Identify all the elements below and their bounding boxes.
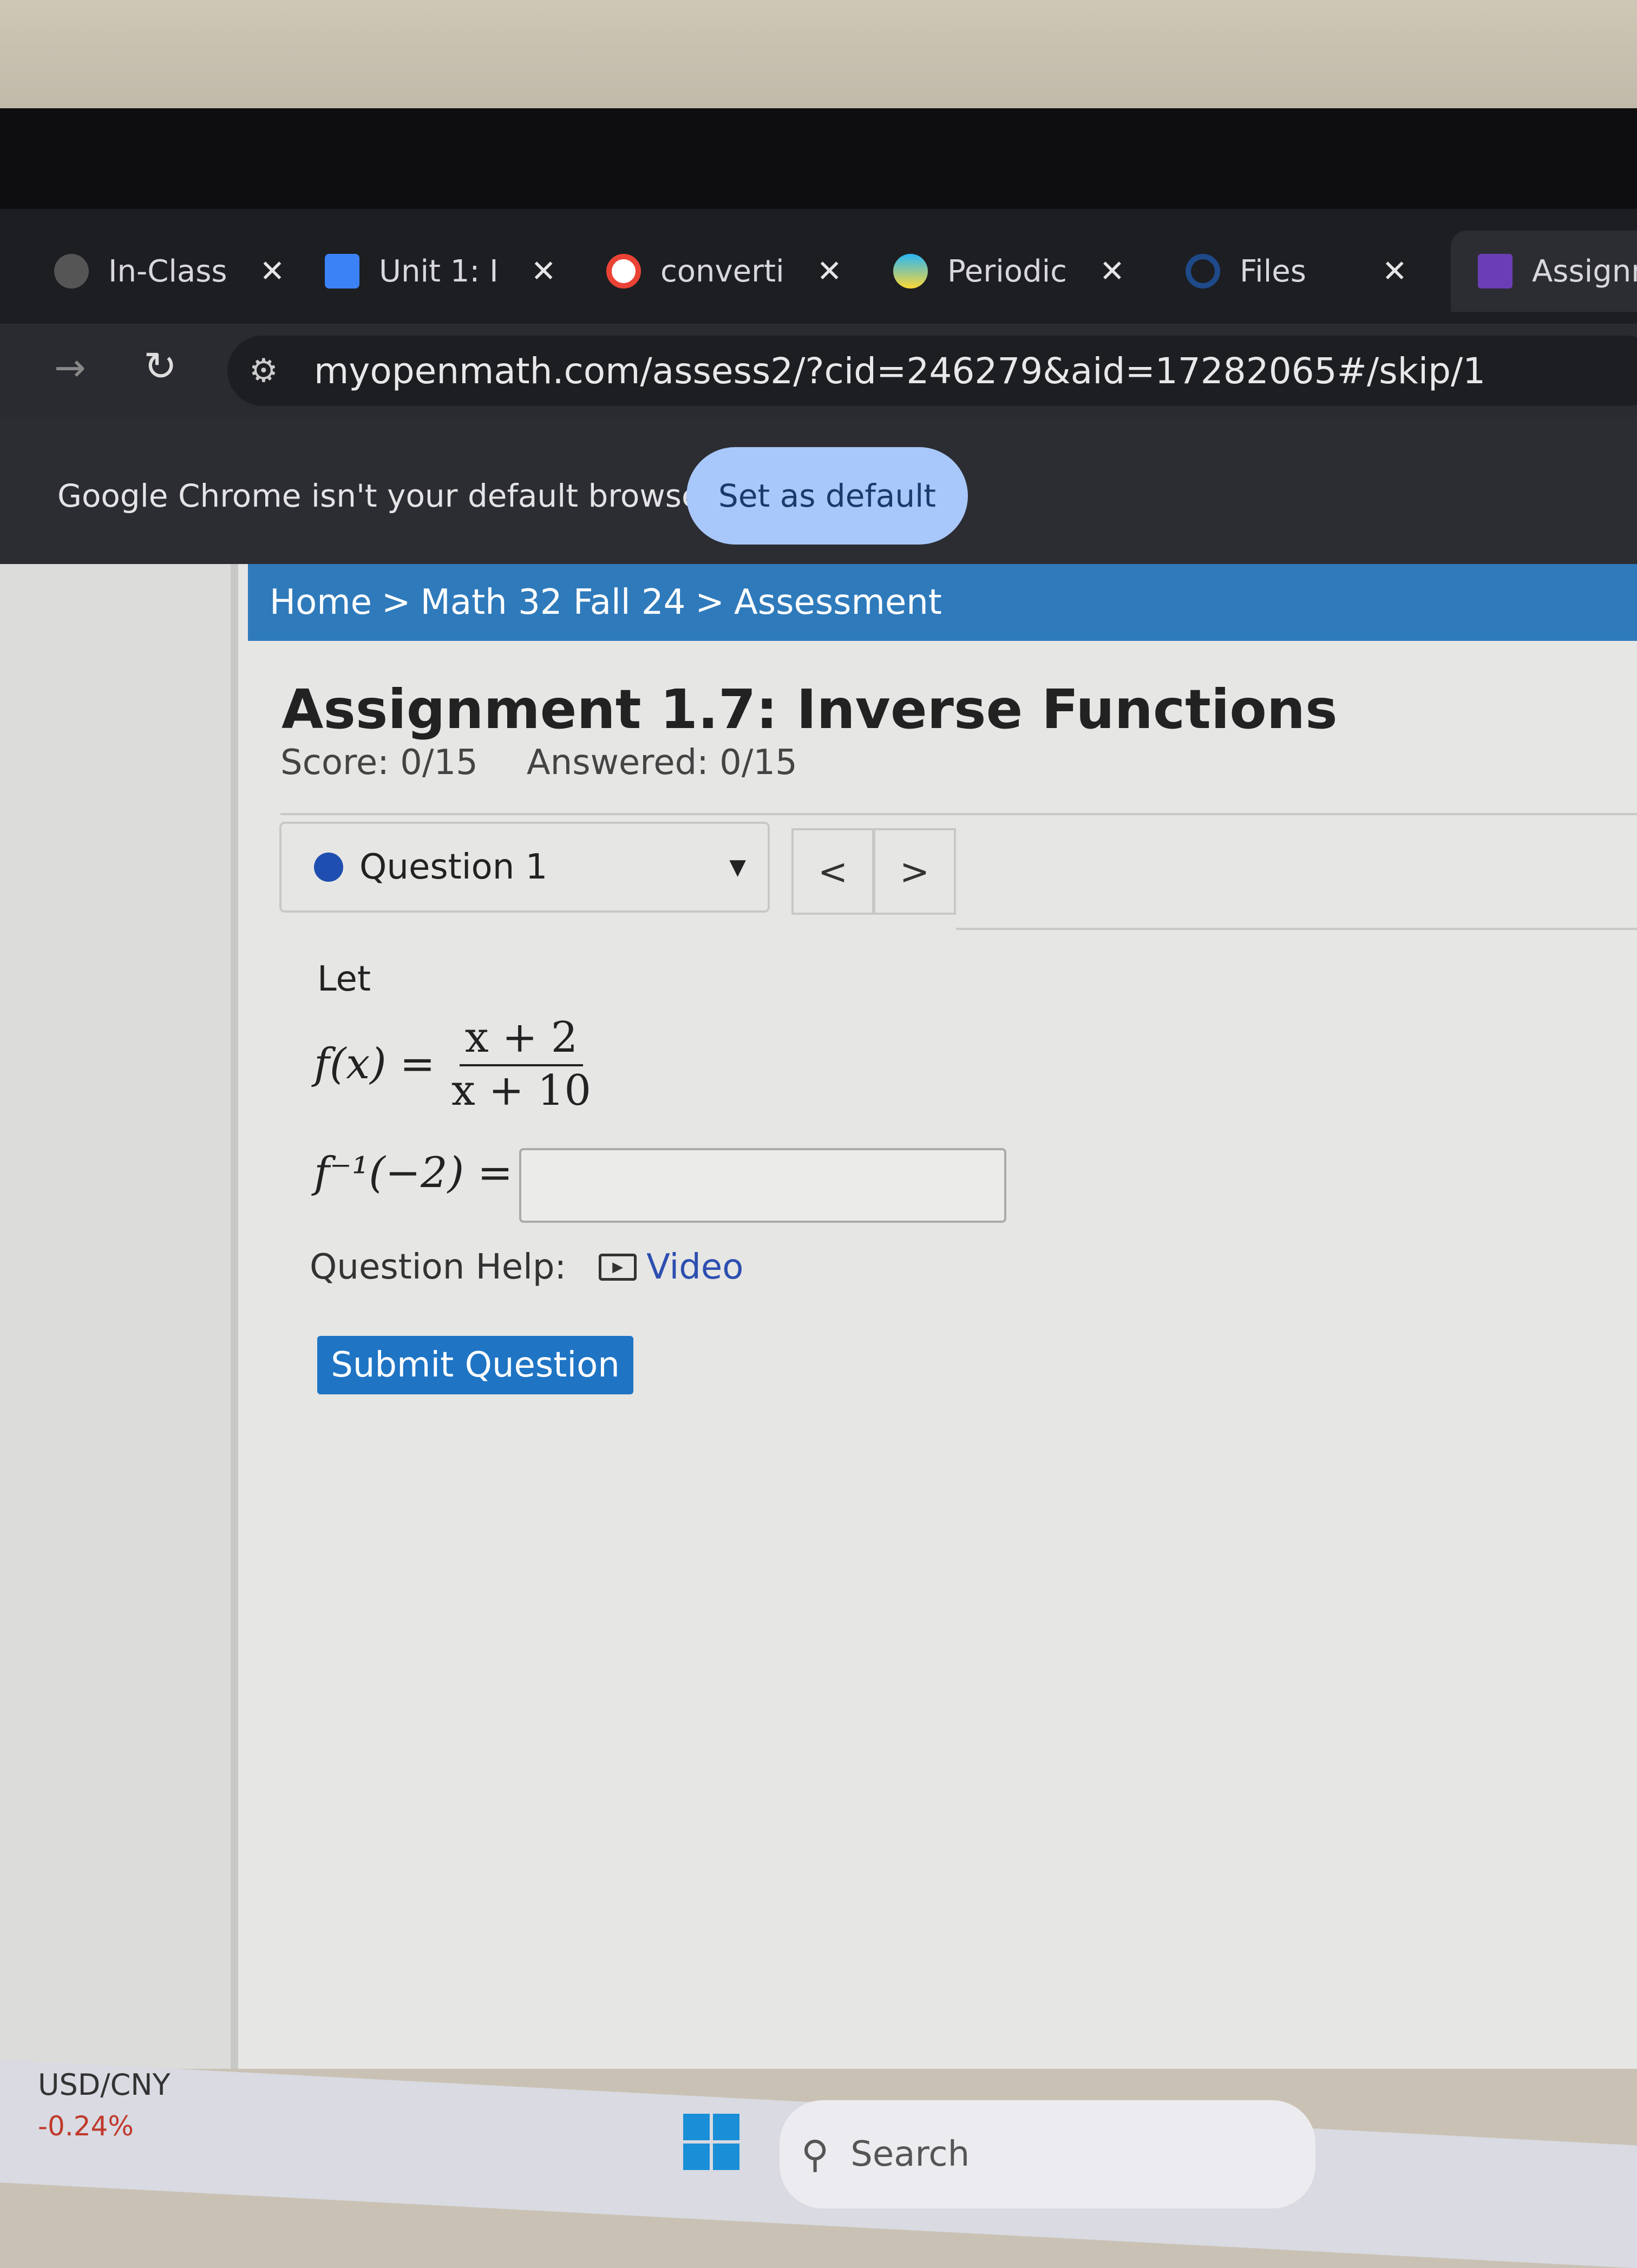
inverse-prompt: f⁻¹(−2) = (314, 1149, 513, 1197)
function-definition: f(x) = x + 2x + 10 (314, 1013, 591, 1115)
ticker-name: USD/CNY (38, 2068, 171, 2102)
tab-periodic[interactable]: Periodic ✕ (893, 231, 1125, 312)
windows-start-icon[interactable] (683, 2114, 739, 2170)
default-browser-infobar: Google Chrome isn't your default browser… (0, 418, 1637, 564)
play-icon: ▶ (599, 1254, 637, 1281)
tab-label: converti (660, 253, 784, 289)
chevron-down-icon: ▼ (729, 855, 746, 880)
numerator: x + 2 (459, 1013, 584, 1066)
tab-label: Periodic (947, 253, 1067, 289)
tab-label: Files (1240, 253, 1306, 289)
submit-question-button[interactable]: Submit Question (317, 1336, 633, 1394)
question-selector[interactable]: Question 1 ▼ (279, 822, 770, 913)
periodic-icon (893, 254, 928, 289)
breadcrumb-course[interactable]: Math 32 Fall 24 (421, 582, 686, 622)
breadcrumb-separator: > (695, 582, 724, 622)
help-label: Question Help: (310, 1247, 567, 1287)
video-link[interactable]: ▶ Video (599, 1247, 743, 1287)
close-icon[interactable]: ✕ (817, 254, 842, 289)
close-icon[interactable]: ✕ (1099, 254, 1125, 289)
score-line: Score: 0/15 Answered: 0/15 (280, 743, 797, 783)
status-dot-icon (314, 853, 343, 882)
docs-icon (325, 254, 359, 289)
question-intro: Let (317, 959, 371, 999)
url-text: myopenmath.com/assess2/?cid=246279&aid=1… (314, 350, 1486, 392)
divider (956, 928, 1637, 930)
search-placeholder: Search (850, 2134, 970, 2174)
denominator: x + 10 (451, 1066, 592, 1115)
close-icon[interactable]: ✕ (1382, 254, 1407, 289)
question-help: Question Help: ▶ Video (310, 1247, 743, 1287)
forward-icon[interactable]: → (54, 345, 86, 390)
breadcrumb-separator: > (382, 582, 411, 622)
previous-question-button[interactable]: < (791, 828, 874, 915)
ticker-widget[interactable]: USD/CNY -0.24% (38, 2068, 171, 2142)
tab-assignment[interactable]: Assignm (1451, 231, 1637, 312)
tab-unit-1[interactable]: Unit 1: I ✕ (325, 231, 556, 312)
question-selector-label: Question 1 (359, 847, 548, 887)
tab-label: Assignm (1532, 253, 1637, 289)
function-lhs: f(x) = (314, 1040, 435, 1089)
breadcrumb-home[interactable]: Home (270, 582, 372, 622)
taskbar-search[interactable]: ⚲ Search (780, 2100, 1315, 2208)
answered-count: Answered: 0/15 (526, 743, 797, 783)
breadcrumb: Home > Math 32 Fall 24 > Assessment (248, 564, 1637, 641)
breadcrumb-assessment: Assessment (734, 582, 942, 622)
close-icon[interactable]: ✕ (531, 254, 556, 289)
left-sidebar (0, 564, 238, 2069)
tab-label: Unit 1: I (379, 253, 499, 289)
tab-bar: In-Class ✕ Unit 1: I ✕ converti ✕ Periodic ✕… (0, 209, 1637, 324)
reload-icon[interactable]: ↻ (143, 343, 177, 390)
site-settings-icon[interactable]: ⚙ (249, 352, 278, 390)
answer-input[interactable] (519, 1148, 1006, 1223)
address-bar: → ↻ ⚙ myopenmath.com/assess2/?cid=246279… (0, 324, 1637, 418)
tab-convert[interactable]: converti ✕ (606, 231, 842, 312)
google-icon (606, 254, 641, 289)
tab-label: In-Class (108, 253, 227, 289)
divider (280, 813, 1637, 815)
fraction: x + 2x + 10 (451, 1013, 591, 1115)
canvas-icon (1186, 254, 1220, 289)
next-question-button[interactable]: > (873, 828, 956, 915)
tab-in-class[interactable]: In-Class ✕ (54, 231, 285, 312)
url-field[interactable]: ⚙ myopenmath.com/assess2/?cid=246279&aid… (227, 336, 1637, 406)
search-icon: ⚲ (801, 2132, 829, 2177)
globe-icon (54, 254, 89, 289)
myopenmath-icon (1478, 254, 1512, 289)
page-title: Assignment 1.7: Inverse Functions (281, 678, 1338, 741)
close-icon[interactable]: ✕ (260, 254, 285, 289)
page-content: Home > Math 32 Fall 24 > Assessment Assign… (0, 564, 1637, 2069)
tab-files[interactable]: Files ✕ (1186, 231, 1407, 312)
video-label: Video (646, 1247, 744, 1287)
infobar-message: Google Chrome isn't your default browser (57, 477, 714, 514)
monitor-bezel (0, 108, 1637, 211)
score: Score: 0/15 (280, 743, 478, 783)
ticker-change: -0.24% (38, 2110, 134, 2142)
set-as-default-button[interactable]: Set as default (686, 447, 968, 545)
